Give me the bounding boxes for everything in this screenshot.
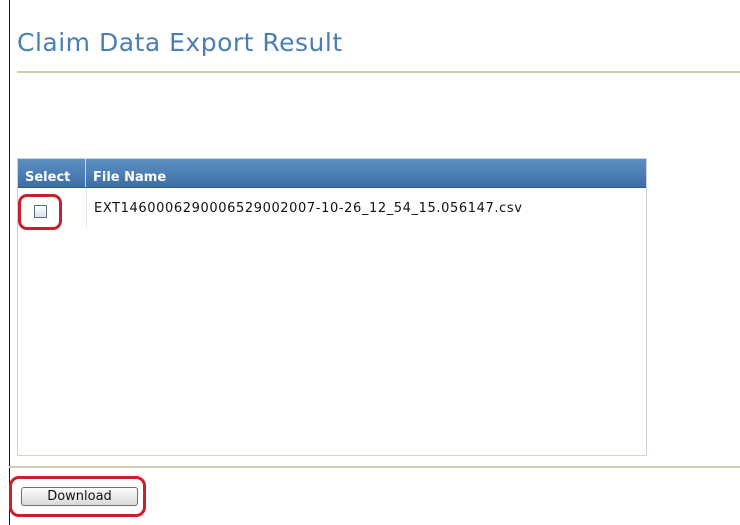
download-highlight: Download [9,476,146,517]
grid-header: Select File Name [18,159,646,188]
table-row: EXT1460006290006529002007-10-26_12_54_15… [18,188,646,230]
export-results-grid: Select File Name EXT14600062900065290020… [17,158,647,456]
row-select-checkbox[interactable] [34,205,47,218]
footer-divider [9,466,740,468]
column-header-file-name[interactable]: File Name [87,159,166,187]
column-divider [86,188,87,228]
download-button[interactable]: Download [21,487,138,506]
column-header-select[interactable]: Select [18,159,86,187]
title-divider [17,71,740,73]
file-name-cell: EXT1460006290006529002007-10-26_12_54_15… [94,201,523,216]
checkbox-highlight [18,194,62,230]
page-title: Claim Data Export Result [17,28,343,57]
